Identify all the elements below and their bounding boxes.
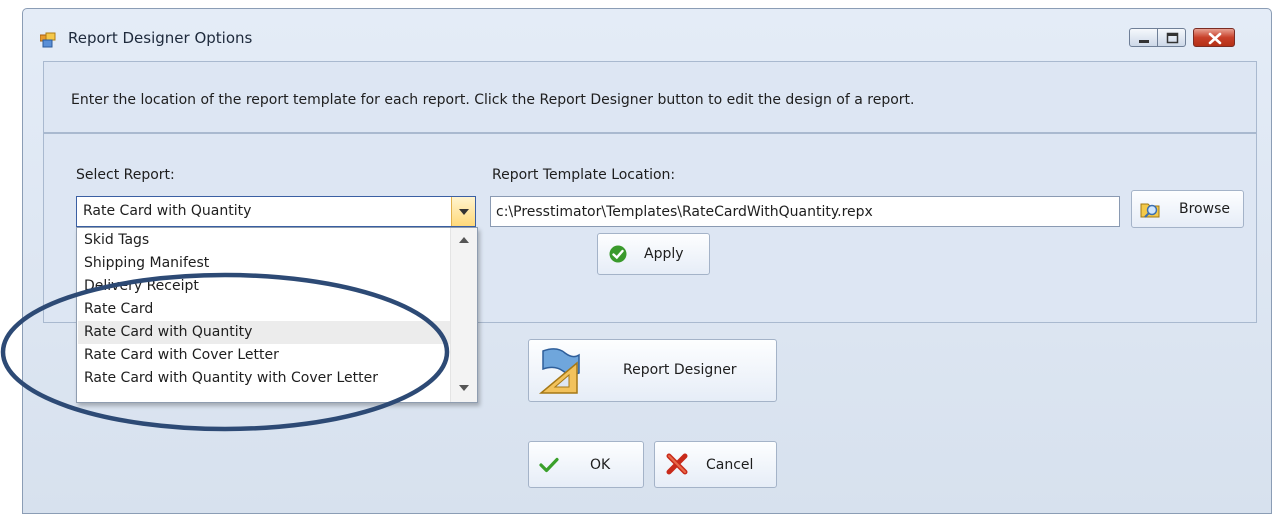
ok-button[interactable]: OK <box>528 441 644 488</box>
select-report-label: Select Report: <box>76 167 175 183</box>
apply-button[interactable]: Apply <box>597 233 710 275</box>
check-circle-icon <box>609 245 627 267</box>
report-designer-label: Report Designer <box>623 362 737 378</box>
template-location-field[interactable] <box>490 196 1120 227</box>
scroll-down-arrow-icon[interactable] <box>459 385 469 391</box>
cancel-label: Cancel <box>706 457 754 473</box>
select-report-value: Rate Card with Quantity <box>83 203 252 219</box>
list-item-selected[interactable]: Rate Card with Quantity <box>78 321 450 344</box>
template-location-input[interactable] <box>491 197 1119 226</box>
report-designer-button[interactable]: Report Designer <box>528 339 777 402</box>
list-item[interactable]: Rate Card with Quantity with Cover Lette… <box>78 367 450 390</box>
checkmark-icon <box>539 457 559 477</box>
list-item[interactable]: Rate Card with Cover Letter <box>78 344 450 367</box>
template-location-label: Report Template Location: <box>492 167 676 183</box>
report-designer-options-window: Report Designer Options Enter the locati… <box>22 8 1272 514</box>
maximize-button[interactable] <box>1157 28 1186 47</box>
cancel-button[interactable]: Cancel <box>654 441 777 488</box>
red-x-icon <box>665 453 689 479</box>
browse-button[interactable]: Browse <box>1131 190 1244 228</box>
select-report-combobox[interactable]: Rate Card with Quantity <box>76 196 476 227</box>
instructions-text: Enter the location of the report templat… <box>71 92 915 108</box>
browse-label: Browse <box>1179 201 1230 217</box>
dropdown-scrollbar[interactable] <box>450 228 477 402</box>
ok-label: OK <box>590 457 611 473</box>
apply-label: Apply <box>644 246 684 262</box>
list-item[interactable]: Delivery Receipt <box>78 275 450 298</box>
close-button[interactable] <box>1193 28 1235 47</box>
minimize-button[interactable] <box>1129 28 1158 47</box>
list-item[interactable]: Rate Card <box>78 298 450 321</box>
window-title: Report Designer Options <box>68 29 253 47</box>
chevron-down-icon <box>459 209 469 215</box>
list-item[interactable]: Shipping Manifest <box>78 252 450 275</box>
dropdown-arrow-button[interactable] <box>451 197 475 226</box>
window-form-icon <box>39 32 56 48</box>
scroll-up-arrow-icon[interactable] <box>459 237 469 243</box>
report-dropdown-list[interactable]: Skid Tags Shipping Manifest Delivery Rec… <box>76 227 478 403</box>
list-item[interactable]: Skid Tags <box>78 229 450 252</box>
folder-search-icon <box>1140 199 1162 223</box>
title-bar: Report Designer Options <box>23 9 1271 56</box>
flag-ruler-icon <box>537 347 581 399</box>
info-panel: Enter the location of the report templat… <box>43 61 1257 133</box>
